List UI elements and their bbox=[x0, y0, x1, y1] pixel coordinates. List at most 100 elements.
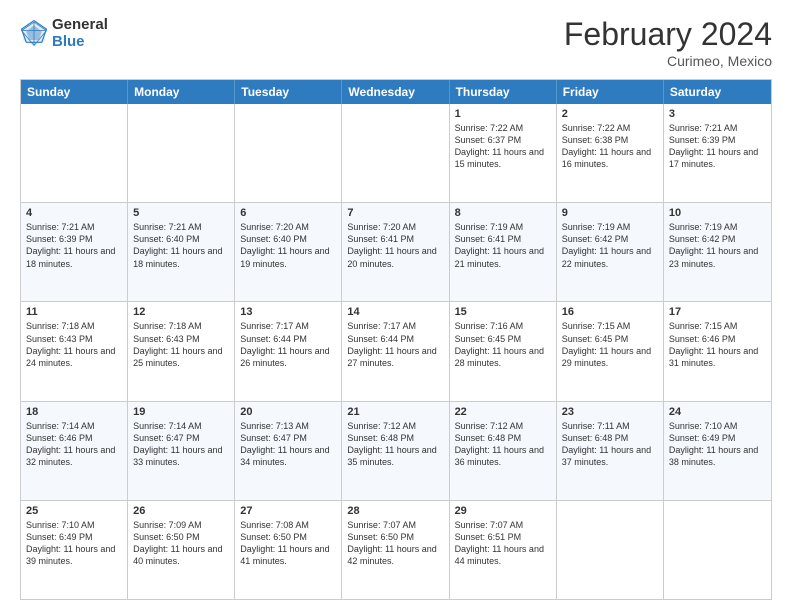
logo-text: General Blue bbox=[52, 16, 108, 51]
day-number: 2 bbox=[562, 108, 658, 120]
day-number: 13 bbox=[240, 306, 336, 318]
day-number: 25 bbox=[26, 505, 122, 517]
calendar-cell: 27Sunrise: 7:08 AM Sunset: 6:50 PM Dayli… bbox=[235, 501, 342, 599]
calendar-cell: 1 Sunrise: 7:22 AM Sunset: 6:37 PM Daylig… bbox=[450, 104, 557, 202]
cell-info: Sunrise: 7:13 AM Sunset: 6:47 PM Dayligh… bbox=[240, 420, 336, 469]
calendar-cell: 14Sunrise: 7:17 AM Sunset: 6:44 PM Dayli… bbox=[342, 302, 449, 400]
calendar-cell: 29 Sunrise: 7:07 AM Sunset: 6:51 PM Dayli… bbox=[450, 501, 557, 599]
day-number: 3 bbox=[669, 108, 766, 120]
day-number: 11 bbox=[26, 306, 122, 318]
cell-info: Sunrise: 7:21 AM Sunset: 6:40 PM Dayligh… bbox=[133, 221, 229, 270]
calendar-cell: 13 Sunrise: 7:17 AM Sunset: 6:44 PM Dayli… bbox=[235, 302, 342, 400]
logo-general: General bbox=[52, 16, 108, 33]
cell-info: Sunrise: 7:12 AM Sunset: 6:48 PM Dayligh… bbox=[347, 420, 443, 469]
cell-info: Sunrise: 7:22 AM Sunset: 6:38 PM Dayligh… bbox=[562, 122, 658, 171]
calendar-cell: 11Sunrise: 7:18 AM Sunset: 6:43 PM Dayli… bbox=[21, 302, 128, 400]
calendar-cell bbox=[21, 104, 128, 202]
day-number: 9 bbox=[562, 207, 658, 219]
location-subtitle: Curimeo, Mexico bbox=[564, 53, 772, 69]
calendar-cell: 25 Sunrise: 7:10 AM Sunset: 6:49 PM Dayli… bbox=[21, 501, 128, 599]
cell-info: Sunrise: 7:19 AM Sunset: 6:42 PM Dayligh… bbox=[562, 221, 658, 270]
calendar-row: 1 Sunrise: 7:22 AM Sunset: 6:37 PM Daylig… bbox=[21, 104, 771, 202]
cell-info: Sunrise: 7:12 AM Sunset: 6:48 PM Dayligh… bbox=[455, 420, 551, 469]
calendar-cell: 28Sunrise: 7:07 AM Sunset: 6:50 PM Dayli… bbox=[342, 501, 449, 599]
calendar-cell: 15Sunrise: 7:16 AM Sunset: 6:45 PM Dayli… bbox=[450, 302, 557, 400]
day-number: 17 bbox=[669, 306, 766, 318]
day-number: 6 bbox=[240, 207, 336, 219]
calendar-cell: 10 Sunrise: 7:19 AM Sunset: 6:42 PM Dayli… bbox=[664, 203, 771, 301]
calendar-row: 4Sunrise: 7:21 AM Sunset: 6:39 PM Daylig… bbox=[21, 202, 771, 301]
month-title: February 2024 bbox=[564, 16, 772, 53]
cell-info: Sunrise: 7:10 AM Sunset: 6:49 PM Dayligh… bbox=[26, 519, 122, 568]
cell-info: Sunrise: 7:22 AM Sunset: 6:37 PM Dayligh… bbox=[455, 122, 551, 171]
calendar-cell: 2 Sunrise: 7:22 AM Sunset: 6:38 PM Daylig… bbox=[557, 104, 664, 202]
cell-info: Sunrise: 7:10 AM Sunset: 6:49 PM Dayligh… bbox=[669, 420, 766, 469]
day-number: 20 bbox=[240, 406, 336, 418]
calendar-cell: 16 Sunrise: 7:15 AM Sunset: 6:45 PM Dayli… bbox=[557, 302, 664, 400]
calendar-cell: 22Sunrise: 7:12 AM Sunset: 6:48 PM Dayli… bbox=[450, 402, 557, 500]
cell-info: Sunrise: 7:19 AM Sunset: 6:42 PM Dayligh… bbox=[669, 221, 766, 270]
calendar-cell: 19 Sunrise: 7:14 AM Sunset: 6:47 PM Dayli… bbox=[128, 402, 235, 500]
cell-info: Sunrise: 7:14 AM Sunset: 6:47 PM Dayligh… bbox=[133, 420, 229, 469]
calendar-cell bbox=[664, 501, 771, 599]
cal-header-day: Wednesday bbox=[342, 80, 449, 104]
calendar-cell: 5 Sunrise: 7:21 AM Sunset: 6:40 PM Daylig… bbox=[128, 203, 235, 301]
page: General Blue February 2024 Curimeo, Mexi… bbox=[0, 0, 792, 612]
calendar-cell: 26Sunrise: 7:09 AM Sunset: 6:50 PM Dayli… bbox=[128, 501, 235, 599]
cell-info: Sunrise: 7:07 AM Sunset: 6:51 PM Dayligh… bbox=[455, 519, 551, 568]
cell-info: Sunrise: 7:21 AM Sunset: 6:39 PM Dayligh… bbox=[669, 122, 766, 171]
day-number: 29 bbox=[455, 505, 551, 517]
calendar-header: SundayMondayTuesdayWednesdayThursdayFrid… bbox=[21, 80, 771, 104]
calendar-cell: 8 Sunrise: 7:19 AM Sunset: 6:41 PM Daylig… bbox=[450, 203, 557, 301]
calendar: SundayMondayTuesdayWednesdayThursdayFrid… bbox=[20, 79, 772, 600]
day-number: 10 bbox=[669, 207, 766, 219]
cell-info: Sunrise: 7:15 AM Sunset: 6:45 PM Dayligh… bbox=[562, 320, 658, 369]
day-number: 1 bbox=[455, 108, 551, 120]
day-number: 7 bbox=[347, 207, 443, 219]
cell-info: Sunrise: 7:20 AM Sunset: 6:40 PM Dayligh… bbox=[240, 221, 336, 270]
calendar-cell: 23Sunrise: 7:11 AM Sunset: 6:48 PM Dayli… bbox=[557, 402, 664, 500]
calendar-cell: 6 Sunrise: 7:20 AM Sunset: 6:40 PM Daylig… bbox=[235, 203, 342, 301]
calendar-cell bbox=[235, 104, 342, 202]
calendar-row: 25 Sunrise: 7:10 AM Sunset: 6:49 PM Dayli… bbox=[21, 500, 771, 599]
logo-blue: Blue bbox=[52, 33, 108, 50]
header: General Blue February 2024 Curimeo, Mexi… bbox=[20, 16, 772, 69]
cal-header-day: Saturday bbox=[664, 80, 771, 104]
day-number: 23 bbox=[562, 406, 658, 418]
calendar-row: 18Sunrise: 7:14 AM Sunset: 6:46 PM Dayli… bbox=[21, 401, 771, 500]
calendar-cell: 21 Sunrise: 7:12 AM Sunset: 6:48 PM Dayli… bbox=[342, 402, 449, 500]
cell-info: Sunrise: 7:19 AM Sunset: 6:41 PM Dayligh… bbox=[455, 221, 551, 270]
cell-info: Sunrise: 7:15 AM Sunset: 6:46 PM Dayligh… bbox=[669, 320, 766, 369]
cal-header-day: Thursday bbox=[450, 80, 557, 104]
day-number: 16 bbox=[562, 306, 658, 318]
calendar-cell: 12Sunrise: 7:18 AM Sunset: 6:43 PM Dayli… bbox=[128, 302, 235, 400]
day-number: 19 bbox=[133, 406, 229, 418]
cell-info: Sunrise: 7:08 AM Sunset: 6:50 PM Dayligh… bbox=[240, 519, 336, 568]
cal-header-day: Friday bbox=[557, 80, 664, 104]
cell-info: Sunrise: 7:16 AM Sunset: 6:45 PM Dayligh… bbox=[455, 320, 551, 369]
day-number: 26 bbox=[133, 505, 229, 517]
day-number: 28 bbox=[347, 505, 443, 517]
day-number: 21 bbox=[347, 406, 443, 418]
calendar-cell: 20 Sunrise: 7:13 AM Sunset: 6:47 PM Dayli… bbox=[235, 402, 342, 500]
calendar-cell: 18Sunrise: 7:14 AM Sunset: 6:46 PM Dayli… bbox=[21, 402, 128, 500]
calendar-body: 1 Sunrise: 7:22 AM Sunset: 6:37 PM Daylig… bbox=[21, 104, 771, 599]
day-number: 8 bbox=[455, 207, 551, 219]
cell-info: Sunrise: 7:18 AM Sunset: 6:43 PM Dayligh… bbox=[133, 320, 229, 369]
cal-header-day: Tuesday bbox=[235, 80, 342, 104]
logo-icon bbox=[20, 19, 48, 47]
calendar-cell bbox=[557, 501, 664, 599]
day-number: 14 bbox=[347, 306, 443, 318]
calendar-cell: 17 Sunrise: 7:15 AM Sunset: 6:46 PM Dayli… bbox=[664, 302, 771, 400]
cell-info: Sunrise: 7:14 AM Sunset: 6:46 PM Dayligh… bbox=[26, 420, 122, 469]
cell-info: Sunrise: 7:17 AM Sunset: 6:44 PM Dayligh… bbox=[240, 320, 336, 369]
day-number: 5 bbox=[133, 207, 229, 219]
calendar-cell: 3 Sunrise: 7:21 AM Sunset: 6:39 PM Daylig… bbox=[664, 104, 771, 202]
title-area: February 2024 Curimeo, Mexico bbox=[564, 16, 772, 69]
calendar-cell: 24Sunrise: 7:10 AM Sunset: 6:49 PM Dayli… bbox=[664, 402, 771, 500]
cal-header-day: Sunday bbox=[21, 80, 128, 104]
cell-info: Sunrise: 7:20 AM Sunset: 6:41 PM Dayligh… bbox=[347, 221, 443, 270]
calendar-row: 11 Sunrise: 7:18 AM Sunset: 6:43 PM Dayli… bbox=[21, 301, 771, 400]
cell-info: Sunrise: 7:21 AM Sunset: 6:39 PM Dayligh… bbox=[26, 221, 122, 270]
calendar-cell bbox=[128, 104, 235, 202]
